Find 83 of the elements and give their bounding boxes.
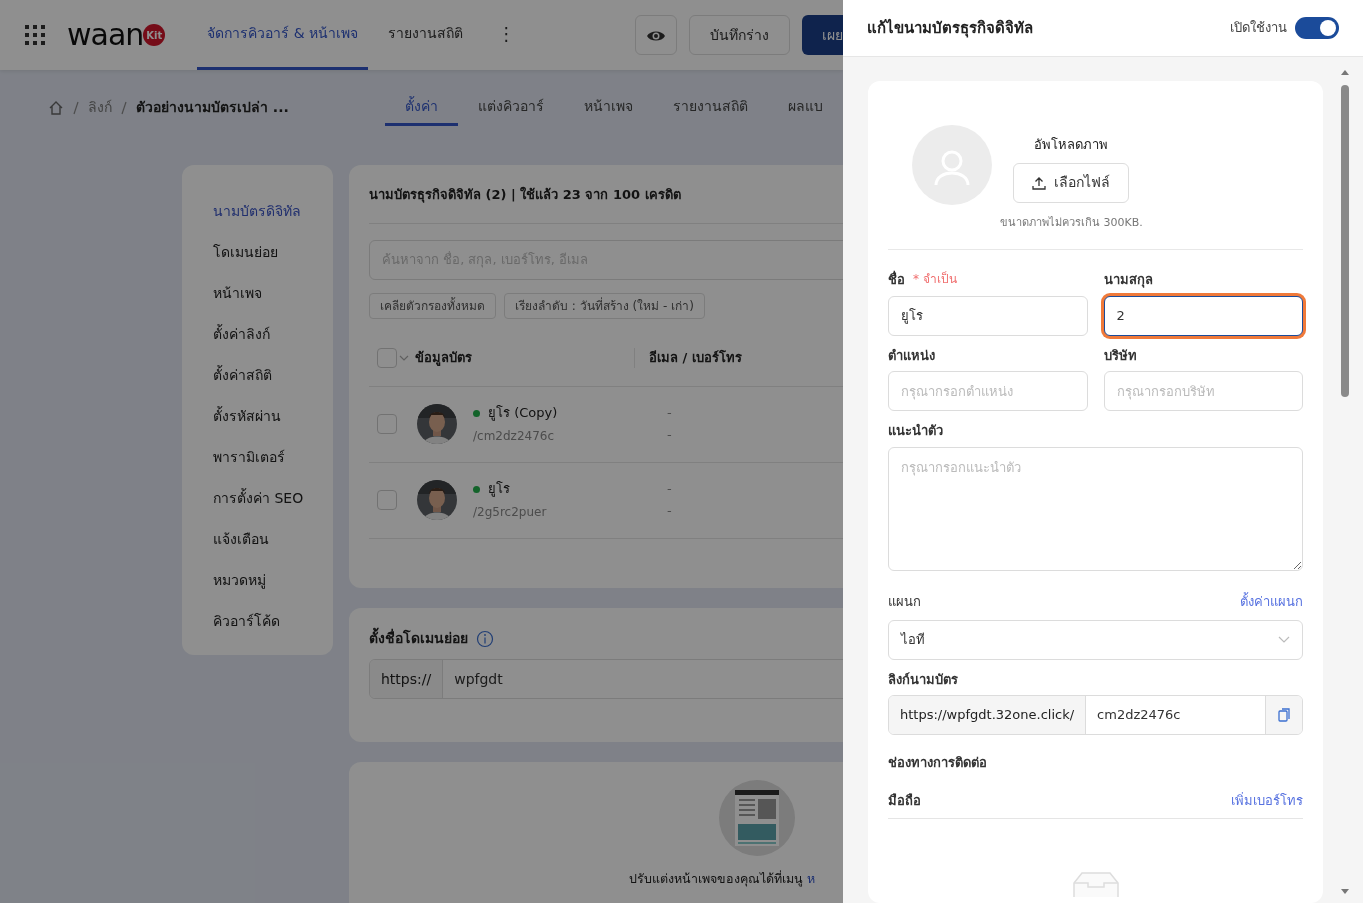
column-header: ข้อมูลบัตร bbox=[415, 348, 635, 368]
sidebar-item[interactable]: พารามิเตอร์ bbox=[213, 437, 285, 478]
department-settings-link[interactable]: ตั้งค่าแผนก bbox=[1240, 592, 1303, 612]
sidebar-item[interactable]: การตั้งค่า SEO bbox=[213, 478, 304, 519]
section-title: ช่องทางการติดต่อ bbox=[888, 754, 988, 772]
page-tab[interactable]: แต่งคิวอาร์ bbox=[458, 89, 564, 126]
row-checkbox[interactable] bbox=[377, 490, 397, 510]
choose-file-button[interactable]: เลือกไฟล์ bbox=[1013, 162, 1130, 203]
page-tab[interactable]: ตั้งค่า bbox=[385, 89, 458, 126]
upload-title: อัพโหลดภาพ bbox=[1034, 136, 1109, 154]
card-name[interactable]: ยูโร bbox=[488, 479, 510, 499]
sidebar-item[interactable]: ตั้งรหัสผ่าน bbox=[213, 396, 281, 437]
upload-icon bbox=[1032, 175, 1047, 190]
intro-field[interactable]: กรุณากรอกแนะนำตัว bbox=[888, 446, 1303, 571]
column-header: อีเมล / เบอร์โทร bbox=[648, 349, 742, 368]
card-name[interactable]: ยูโร (Copy) bbox=[488, 403, 558, 423]
position-field[interactable]: กรุณากรอกตำแหน่ง bbox=[888, 371, 1088, 411]
company-field[interactable]: กรุณากรอกบริษัท bbox=[1103, 371, 1303, 411]
department-select[interactable]: ไอที bbox=[888, 619, 1303, 660]
add-phone-link[interactable]: เพิ่มเบอร์โทร bbox=[1231, 790, 1303, 810]
sidebar-item[interactable]: ตั้งค่าลิงก์ bbox=[213, 314, 270, 355]
draft-button[interactable]: บันทึกร่าง bbox=[689, 15, 790, 55]
field-label: แนะนำตัว bbox=[888, 422, 944, 440]
table-cell-text: - bbox=[667, 426, 672, 444]
enable-toggle[interactable] bbox=[1295, 17, 1339, 39]
empty-inbox-icon bbox=[1071, 871, 1120, 897]
table-cell-text: - bbox=[667, 502, 672, 520]
field-label: ตำแหน่ง bbox=[888, 346, 935, 365]
caret-icon[interactable] bbox=[399, 354, 409, 362]
page-tab[interactable]: รายงานสถิติ bbox=[653, 89, 768, 126]
drawer-title: แก้ไขนามบัตรธุรกิจดิจิทัล bbox=[867, 17, 1033, 40]
nav-tab[interactable]: จัดการคิวอาร์ & หน้าเพจ bbox=[197, 0, 369, 70]
hint-text: ปรับแต่งหน้าเพจของคุณได้ที่เมนู bbox=[629, 870, 803, 889]
publish-button[interactable]: เผย bbox=[802, 15, 843, 55]
field-label: ชื่อ bbox=[888, 270, 905, 289]
webpage-icon bbox=[719, 780, 795, 856]
sidebar-item[interactable]: แจ้งเตือน bbox=[213, 519, 269, 560]
section-title: ตั้งชื่อโดเมนย่อย bbox=[369, 628, 468, 649]
field-label: นามสกุล bbox=[1103, 271, 1153, 290]
card-slug: /cm2dz2476c bbox=[473, 427, 556, 445]
table-cell-text: - bbox=[667, 404, 672, 422]
nav-tab[interactable]: รายงานสถิติ bbox=[368, 0, 484, 70]
logo-badge: Kit bbox=[143, 24, 166, 46]
last-name-field[interactable]: 2 bbox=[1103, 295, 1303, 336]
field-label: แผนก bbox=[888, 593, 921, 611]
field-label: ลิงก์นามบัตร bbox=[888, 670, 959, 689]
sidebar-item[interactable]: หมวดหมู่ bbox=[213, 560, 266, 601]
separator-icon bbox=[72, 99, 80, 116]
apps-icon[interactable] bbox=[25, 25, 45, 45]
card-link-input-group[interactable]: https://wpfgdt.32one.click/ cm2dz2476c bbox=[888, 695, 1303, 735]
field-label: บริษัท bbox=[1103, 346, 1137, 365]
menu-link[interactable]: ห bbox=[807, 870, 815, 889]
sidebar-item[interactable]: คิวอาร์โค้ด bbox=[213, 601, 280, 642]
toggle-label: เปิดใช้งาน bbox=[1230, 19, 1287, 38]
table-cell-text: - bbox=[667, 480, 672, 498]
card-slug: /2g5rc2puer bbox=[473, 503, 548, 521]
sidebar-item[interactable]: โดเมนย่อย bbox=[213, 232, 278, 273]
separator-icon bbox=[120, 99, 128, 116]
select-all-checkbox[interactable] bbox=[377, 348, 397, 368]
breadcrumb-current: ตัวอย่างนามบัตรเปล่า ... bbox=[136, 98, 289, 117]
copy-button[interactable] bbox=[1265, 696, 1302, 734]
url-prefix: https://wpfgdt.32one.click/ bbox=[889, 696, 1087, 734]
field-label: มือถือ bbox=[888, 791, 921, 810]
subdomain-input-group[interactable]: https:// wpfgdt bbox=[369, 659, 843, 699]
sidebar-item[interactable]: นามบัตรดิจิทัล bbox=[213, 191, 301, 232]
copy-icon bbox=[1278, 708, 1290, 722]
url-prefix: https:// bbox=[370, 660, 444, 698]
first-name-field[interactable]: ยูโร bbox=[888, 295, 1088, 336]
filter-button[interactable]: เคลียตัวกรองทั้งหมด bbox=[369, 292, 496, 319]
sidebar-item[interactable]: หน้าเพจ bbox=[213, 273, 262, 314]
upload-hint: ขนาดภาพไม่ควรเกิน 300KB. bbox=[1000, 214, 1143, 231]
required-note: * จำเป็น bbox=[913, 270, 957, 288]
row-checkbox[interactable] bbox=[377, 414, 397, 434]
info-icon[interactable] bbox=[476, 629, 494, 648]
logo-text: waan bbox=[67, 20, 144, 50]
more-button[interactable]: ⋮ bbox=[487, 0, 526, 70]
chevron-down-icon bbox=[1278, 635, 1290, 644]
page-tab[interactable]: ผลแบ bbox=[768, 89, 843, 126]
sidebar-item[interactable]: ตั้งค่าสถิติ bbox=[213, 355, 272, 396]
page-tab[interactable]: หน้าเพจ bbox=[564, 89, 653, 126]
preview-button[interactable] bbox=[635, 15, 677, 55]
filter-button[interactable]: เรียงลำดับ : วันที่สร้าง (ใหม่ - เก่า) bbox=[504, 292, 705, 319]
home-icon[interactable] bbox=[48, 99, 64, 116]
